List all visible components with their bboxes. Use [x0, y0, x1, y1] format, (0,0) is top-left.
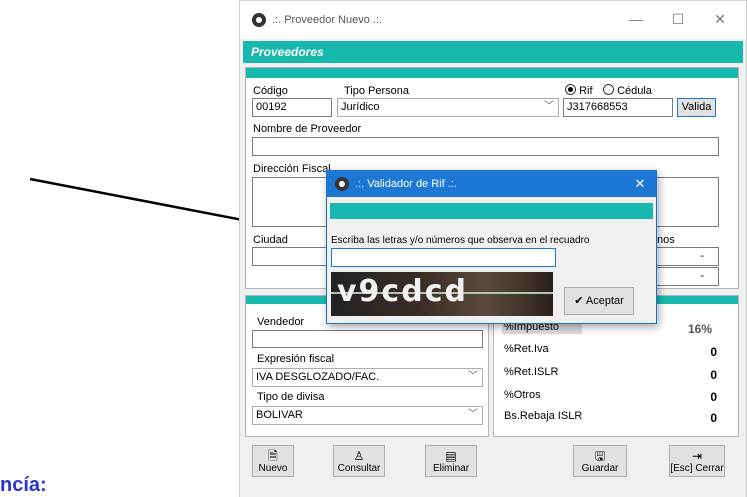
close-button[interactable]: ✕ — [700, 4, 740, 34]
cerrar-button[interactable]: ⇥ [Esc] Cerrar — [669, 445, 725, 477]
save-icon: 🖫 — [594, 449, 606, 463]
expresion-label: Expresión fiscal — [257, 353, 335, 365]
delete-icon: ▤ — [445, 449, 457, 463]
codigo-label: Código — [253, 85, 288, 97]
valida-button[interactable]: Valida — [677, 98, 716, 117]
impuesto-value: 16% — [687, 322, 712, 336]
telefono-input-2[interactable]: - — [655, 267, 719, 286]
cedula-radio[interactable]: Cédula — [603, 84, 652, 98]
app-eye-icon — [252, 13, 266, 27]
rif-radio-label: Rif — [579, 85, 593, 97]
window-title: .:. Proveedor Nuevo .:. — [272, 14, 383, 26]
dialog-title: .:. Validador de Rif .:. — [355, 178, 457, 190]
nombre-input[interactable] — [252, 137, 719, 156]
chevron-down-icon: ﹀ — [468, 371, 478, 382]
app-eye-icon — [335, 177, 349, 191]
guardar-button[interactable]: 🖫 Guardar — [573, 445, 627, 477]
expresion-value: IVA DESGLOZADO/FAC. — [256, 371, 380, 383]
dialog-instruction: Escriba las letras y/o números que obser… — [331, 235, 590, 246]
phone-separator-1: - — [700, 250, 704, 262]
new-document-icon: 🗎 — [268, 449, 278, 463]
ciudad-input[interactable] — [252, 247, 332, 266]
phone-separator-2: - — [700, 270, 704, 282]
codigo-input[interactable]: 00192 — [252, 98, 332, 117]
consultar-label: Consultar — [337, 463, 381, 474]
proveedores-banner: Proveedores — [243, 41, 743, 63]
otros-value: 0 — [710, 390, 717, 404]
tipo-persona-label: Tipo Persona — [344, 85, 410, 97]
telefono-input-1[interactable]: - — [655, 247, 719, 266]
ret-islr-value: 0 — [710, 368, 717, 382]
consultar-button[interactable]: ♙ Consultar — [333, 445, 385, 477]
rebaja-islr-label: Bs.Rebaja ISLR — [504, 410, 583, 422]
captcha-image: v9cdcd — [331, 272, 553, 316]
vendedor-label: Vendedor — [257, 316, 305, 328]
expresion-select[interactable]: IVA DESGLOZADO/FAC. ﹀ — [252, 368, 483, 387]
exit-icon: ⇥ — [691, 449, 703, 463]
vendedor-input[interactable] — [252, 330, 483, 348]
minimize-button[interactable]: — — [616, 4, 656, 34]
form-panel-header — [246, 68, 738, 78]
dialog-teal-bar — [330, 203, 653, 219]
user-search-icon: ♙ — [353, 449, 365, 463]
ret-islr-label: %Ret.ISLR — [504, 366, 559, 378]
checkmark-icon: ✔ — [574, 295, 584, 307]
aceptar-label: Aceptar — [585, 295, 624, 307]
nuevo-button[interactable]: 🗎 Nuevo — [252, 445, 294, 477]
radio-unselected-icon — [603, 84, 614, 95]
ciudad-label: Ciudad — [253, 234, 288, 246]
nuevo-label: Nuevo — [258, 463, 288, 474]
tipo-persona-value: Jurídico — [341, 101, 380, 113]
eliminar-label: Eliminar — [432, 463, 470, 474]
divisa-select[interactable]: BOLIVAR ﹀ — [252, 406, 483, 425]
captcha-text: v9cdcd — [337, 274, 468, 309]
divisa-value: BOLIVAR — [256, 409, 303, 421]
telefonos-label: nos — [657, 234, 675, 246]
tipo-persona-select[interactable]: Jurídico ﹀ — [337, 98, 559, 117]
rif-radio[interactable]: Rif — [565, 84, 593, 98]
rif-validator-dialog: .:. Validador de Rif .:. ✕ Escriba las l… — [326, 170, 657, 324]
captcha-input[interactable] — [331, 248, 556, 267]
guardar-label: Guardar — [581, 463, 619, 474]
ret-iva-value: 0 — [710, 345, 717, 359]
divisa-label: Tipo de divisa — [257, 391, 325, 403]
radio-selected-icon — [565, 84, 576, 95]
chevron-down-icon: ﹀ — [544, 101, 554, 112]
chevron-down-icon: ﹀ — [468, 409, 478, 420]
ret-iva-label: %Ret.Iva — [504, 343, 549, 355]
cerrar-label: [Esc] Cerrar — [670, 463, 724, 474]
cedula-radio-label: Cédula — [617, 85, 652, 97]
maximize-button[interactable]: ☐ — [658, 4, 698, 34]
window-titlebar: .:. Proveedor Nuevo .:. — ☐ ✕ — [240, 1, 746, 39]
dialog-close-button[interactable]: ✕ — [627, 171, 653, 197]
direccion-label: Dirección Fiscal — [253, 163, 331, 175]
nombre-label: Nombre de Proveedor — [253, 123, 362, 135]
footer-text-fragment: ncía: — [0, 474, 47, 496]
dialog-titlebar: .:. Validador de Rif .:. ✕ — [327, 171, 656, 197]
eliminar-button[interactable]: ▤ Eliminar — [425, 445, 477, 477]
rebaja-islr-value: 0 — [710, 411, 717, 425]
rif-input[interactable]: J317668553 — [563, 98, 673, 117]
otros-label: %Otros — [504, 389, 541, 401]
aceptar-button[interactable]: ✔ Aceptar — [564, 287, 634, 315]
